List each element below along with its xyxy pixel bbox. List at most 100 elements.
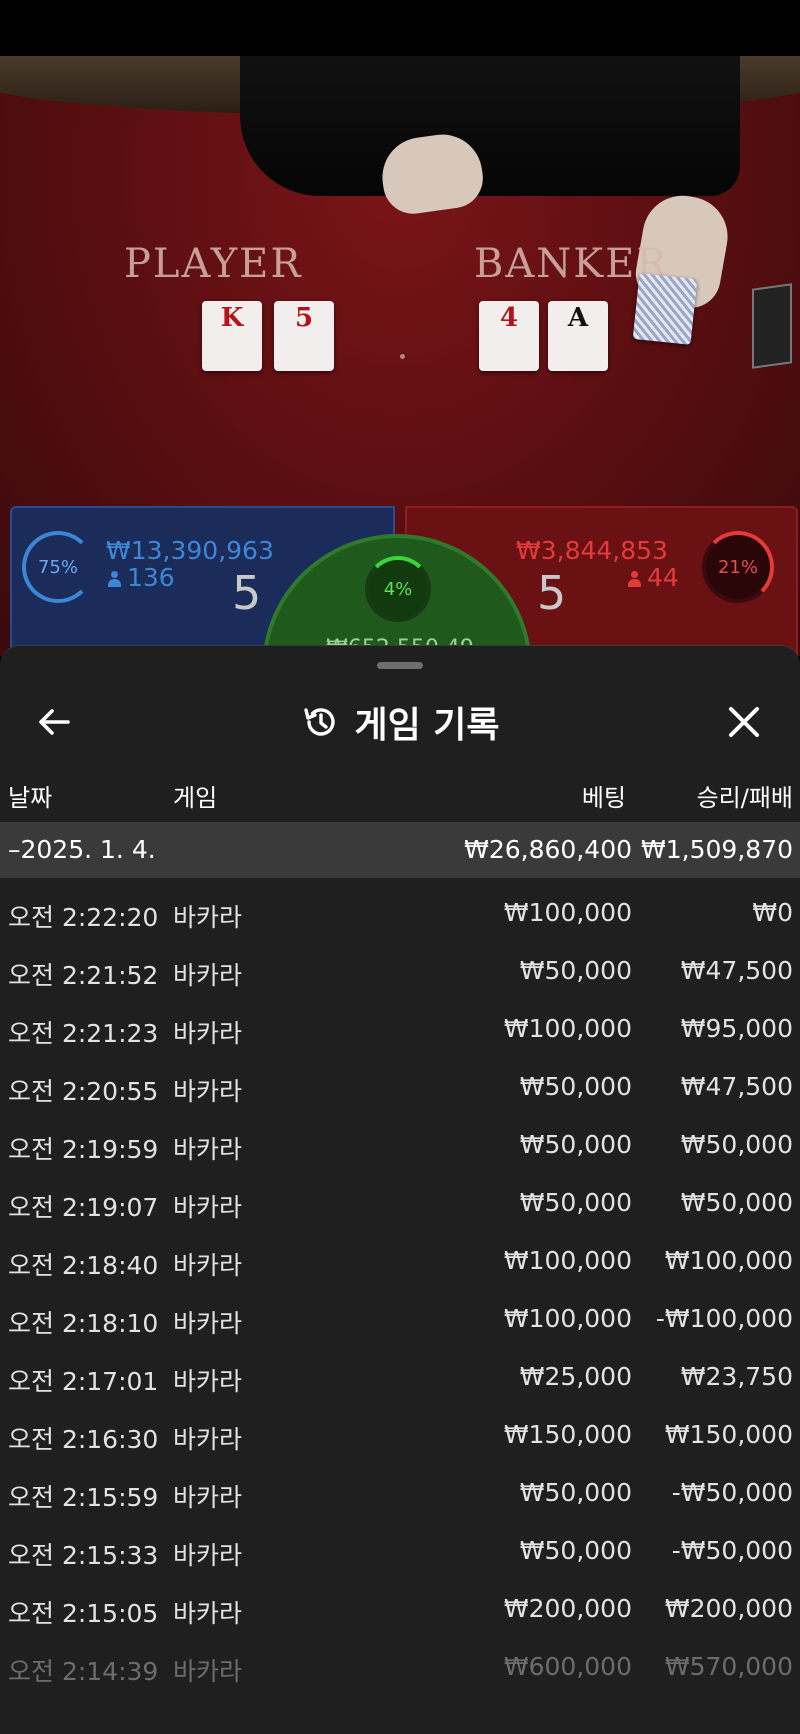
history-row[interactable]: 오전 2:15:59 바카라 ₩50,000 -₩50,000	[0, 1458, 800, 1516]
player-bettors: 136	[108, 563, 175, 592]
row-time: 오전 2:15:33	[8, 1541, 159, 1570]
date-group-row[interactable]: –2025. 1. 4. ₩26,860,400 ₩1,509,870	[0, 822, 800, 878]
row-bet: ₩50,000	[519, 956, 632, 985]
live-video: PLAYER BANKER K 5 4 A 75% ₩13,390,963 13…	[0, 56, 800, 656]
row-time: 오전 2:18:40	[8, 1251, 159, 1280]
banker-bet-percent: 21%	[702, 531, 774, 603]
row-bet: ₩50,000	[519, 1478, 632, 1507]
history-row[interactable]: 오전 2:18:40 바카라 ₩100,000 ₩100,000	[0, 1226, 800, 1284]
row-winloss: ₩200,000	[664, 1594, 793, 1623]
history-icon	[304, 708, 336, 736]
banker-bet-amount: ₩3,844,853	[516, 536, 668, 565]
banker-bettor-count: 44	[647, 563, 679, 592]
row-bet: ₩150,000	[503, 1420, 632, 1449]
row-bet: ₩50,000	[519, 1188, 632, 1217]
row-game: 바카라	[173, 903, 243, 932]
row-time: 오전 2:22:20	[8, 903, 159, 932]
row-winloss: ₩0	[752, 898, 793, 927]
column-header-winloss[interactable]: 승리/패배	[697, 778, 793, 813]
row-time: 오전 2:17:01	[8, 1367, 159, 1396]
history-row[interactable]: 오전 2:18:10 바카라 ₩100,000 -₩100,000	[0, 1284, 800, 1342]
banker-card: A	[548, 301, 608, 371]
row-bet: ₩50,000	[519, 1536, 632, 1565]
summary-date: –2025. 1. 4.	[8, 835, 156, 864]
row-winloss: ₩23,750	[680, 1362, 793, 1391]
history-row[interactable]: 오전 2:15:33 바카라 ₩50,000 -₩50,000	[0, 1516, 800, 1574]
row-game: 바카라	[173, 1251, 243, 1280]
player-bet-amount: ₩13,390,963	[106, 536, 274, 565]
row-winloss: ₩50,000	[680, 1130, 793, 1159]
card-shoe	[752, 283, 792, 369]
history-row[interactable]: 오전 2:21:52 바카라 ₩50,000 ₩47,500	[0, 936, 800, 994]
row-winloss: ₩95,000	[680, 1014, 793, 1043]
history-list: 오전 2:22:20 바카라 ₩100,000 ₩0 오전 2:21:52 바카라 ₩50…	[0, 878, 800, 1690]
close-icon	[729, 707, 759, 737]
face-down-card	[632, 273, 698, 345]
row-game: 바카라	[173, 1135, 243, 1164]
history-row[interactable]: 오전 2:22:20 바카라 ₩100,000 ₩0	[0, 878, 800, 936]
row-game: 바카라	[173, 1193, 243, 1222]
row-game: 바카라	[173, 1077, 243, 1106]
sheet-header: 게임 기록	[0, 686, 800, 758]
row-winloss: ₩47,500	[680, 1072, 793, 1101]
row-time: 오전 2:18:10	[8, 1309, 159, 1338]
row-winloss: -₩100,000	[655, 1304, 793, 1333]
status-bar	[0, 0, 800, 56]
drag-handle[interactable]	[377, 662, 423, 669]
player-bet-percent: 75%	[22, 531, 94, 603]
player-bettor-count: 136	[127, 563, 175, 592]
row-time: 오전 2:20:55	[8, 1077, 159, 1106]
row-bet: ₩100,000	[503, 1014, 632, 1043]
row-game: 바카라	[173, 1657, 243, 1686]
row-time: 오전 2:15:05	[8, 1599, 159, 1628]
back-button[interactable]	[32, 702, 76, 742]
row-game: 바카라	[173, 1019, 243, 1048]
tie-bet-percent: 4%	[365, 556, 431, 622]
row-bet: ₩100,000	[503, 1304, 632, 1333]
arrow-left-icon	[39, 709, 70, 735]
row-bet: ₩25,000	[519, 1362, 632, 1391]
history-row[interactable]: 오전 2:14:39 바카라 ₩600,000 ₩570,000	[0, 1632, 800, 1690]
banker-score: 5	[537, 566, 567, 620]
history-row[interactable]: 오전 2:17:01 바카라 ₩25,000 ₩23,750	[0, 1342, 800, 1400]
row-bet: ₩50,000	[519, 1130, 632, 1159]
history-row[interactable]: 오전 2:19:59 바카라 ₩50,000 ₩50,000	[0, 1110, 800, 1168]
table-marker	[400, 354, 405, 359]
row-time: 오전 2:19:59	[8, 1135, 159, 1164]
row-game: 바카라	[173, 1425, 243, 1454]
banker-card: 4	[479, 301, 539, 371]
row-time: 오전 2:14:39	[8, 1657, 159, 1686]
person-icon	[628, 571, 641, 587]
row-time: 오전 2:19:07	[8, 1193, 159, 1222]
player-score: 5	[232, 566, 262, 620]
row-bet: ₩200,000	[503, 1594, 632, 1623]
column-header-bet[interactable]: 베팅	[582, 778, 626, 813]
player-card: 5	[274, 301, 334, 371]
person-icon	[108, 571, 121, 587]
row-game: 바카라	[173, 1483, 243, 1512]
row-winloss: ₩50,000	[680, 1188, 793, 1217]
banker-bettors: 44	[628, 563, 679, 592]
game-history-sheet: 게임 기록 날짜 게임 베팅 승리/패배 –2025. 1. 4. ₩26,86…	[0, 645, 800, 1734]
sheet-title: 게임 기록	[354, 705, 500, 746]
row-winloss: -₩50,000	[671, 1536, 793, 1565]
column-header-date[interactable]: 날짜	[8, 778, 52, 813]
row-time: 오전 2:16:30	[8, 1425, 159, 1454]
history-row[interactable]: 오전 2:21:23 바카라 ₩100,000 ₩95,000	[0, 994, 800, 1052]
row-game: 바카라	[173, 1309, 243, 1338]
summary-bet-total: ₩26,860,400	[464, 835, 632, 864]
column-header-game[interactable]: 게임	[173, 778, 217, 813]
close-button[interactable]	[722, 700, 766, 744]
history-row[interactable]: 오전 2:15:05 바카라 ₩200,000 ₩200,000	[0, 1574, 800, 1632]
history-row[interactable]: 오전 2:20:55 바카라 ₩50,000 ₩47,500	[0, 1052, 800, 1110]
row-winloss: ₩150,000	[664, 1420, 793, 1449]
sheet-title-group: 게임 기록	[0, 686, 800, 758]
row-bet: ₩50,000	[519, 1072, 632, 1101]
player-area-label: PLAYER	[124, 241, 303, 287]
row-game: 바카라	[173, 961, 243, 990]
history-row[interactable]: 오전 2:16:30 바카라 ₩150,000 ₩150,000	[0, 1400, 800, 1458]
history-row[interactable]: 오전 2:19:07 바카라 ₩50,000 ₩50,000	[0, 1168, 800, 1226]
dealer	[240, 56, 740, 196]
row-winloss: -₩50,000	[671, 1478, 793, 1507]
player-card: K	[202, 301, 262, 371]
